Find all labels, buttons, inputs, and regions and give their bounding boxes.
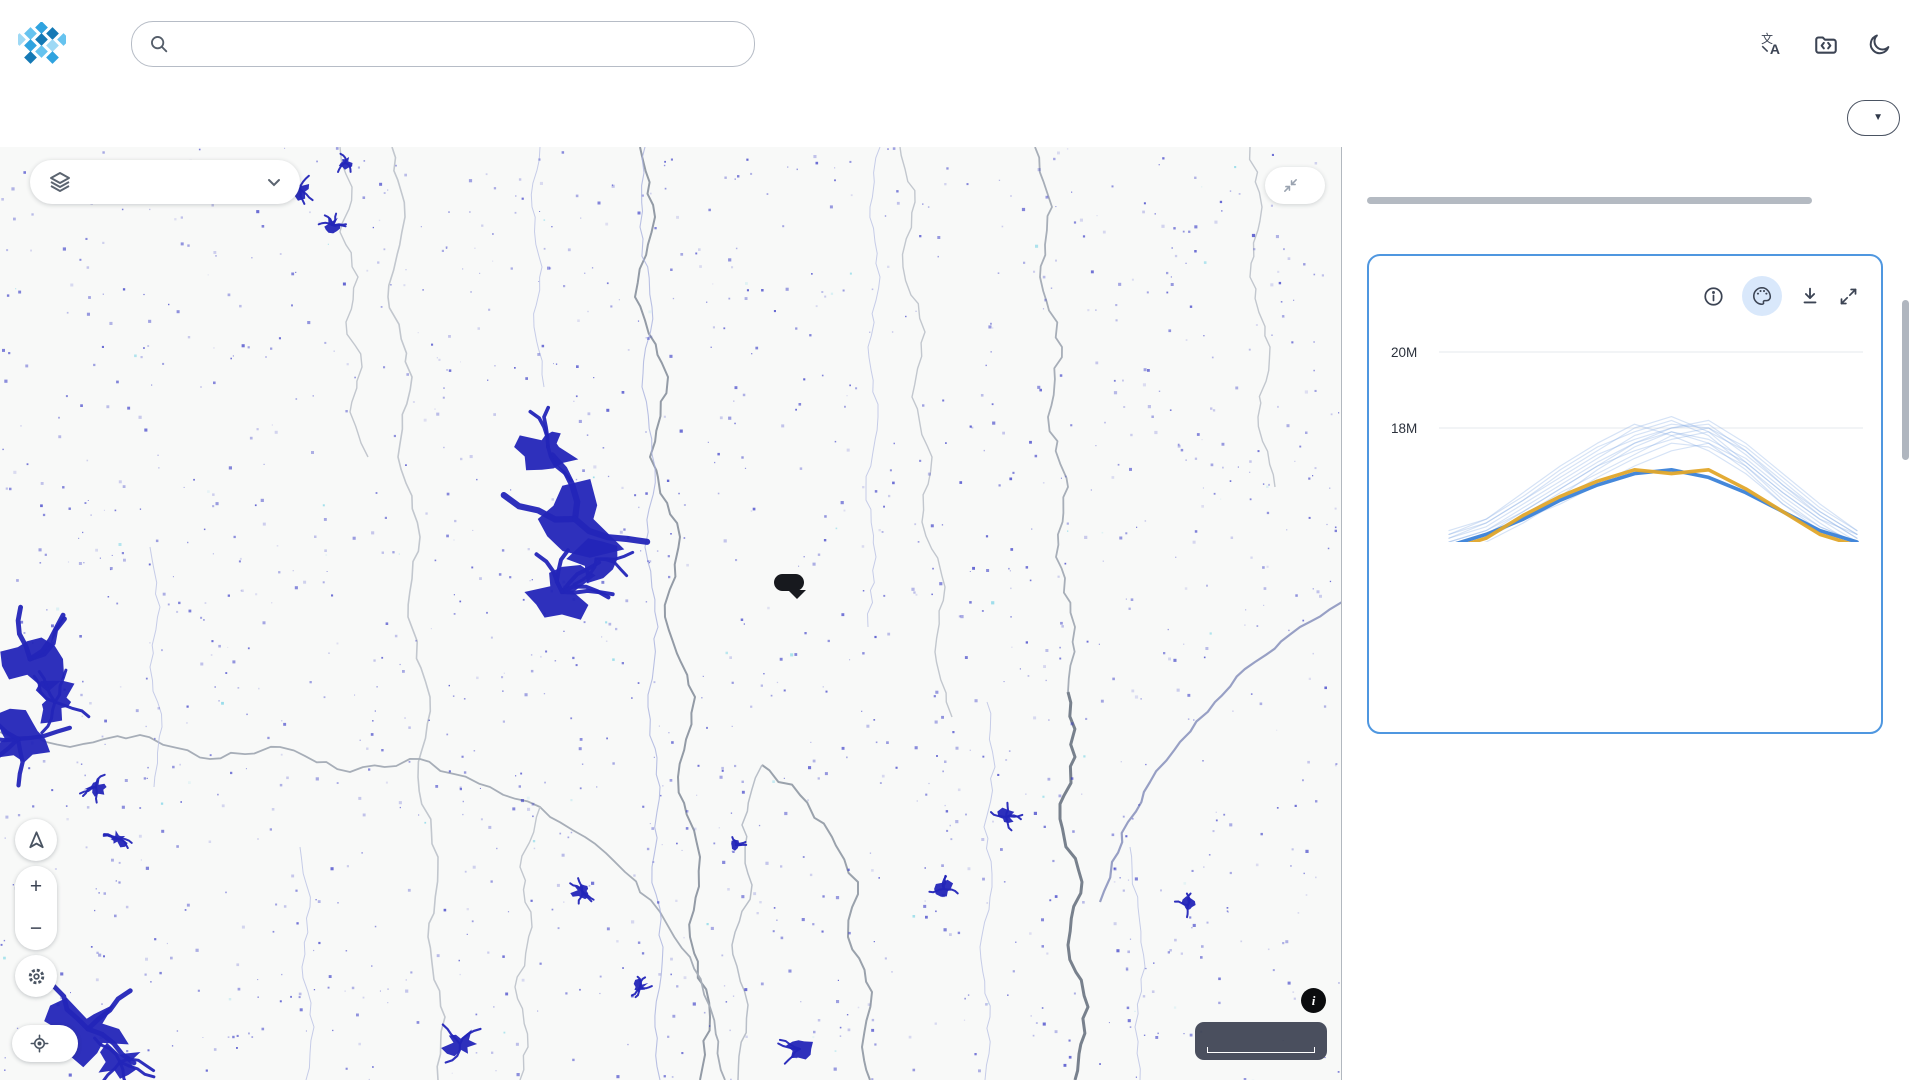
layers-icon (48, 170, 72, 194)
compass-button[interactable] (15, 819, 57, 861)
locate-icon (29, 1033, 50, 1054)
legend-toggle[interactable] (30, 160, 300, 204)
search-box[interactable] (131, 21, 755, 67)
coordinates-pill[interactable] (12, 1025, 78, 1062)
map-settings-button[interactable] (15, 955, 57, 997)
logo-mark-icon (18, 22, 66, 66)
map-render (0, 147, 1342, 1080)
translate-icon[interactable]: 文 A (1759, 31, 1785, 57)
zoom-out-button[interactable]: − (15, 908, 57, 950)
overview-panel: 20M 18M (1342, 147, 1920, 1080)
timeseries-chart: 20M 18M (1391, 332, 1863, 542)
header-actions: 文 A (1759, 31, 1920, 57)
compass-icon (25, 829, 48, 852)
y-tick-20M: 20M (1391, 345, 1417, 360)
chart-card: 20M 18M (1367, 254, 1883, 734)
map-canvas[interactable]: + − i (0, 147, 1342, 1080)
zoom-controls: + − (15, 866, 57, 950)
search-input[interactable] (180, 34, 738, 54)
code-folder-icon[interactable] (1813, 31, 1839, 57)
scalebar-line (1207, 1047, 1315, 1053)
mapbiomas-app: 文 A (0, 0, 1920, 1080)
period-group: ▼ (1837, 100, 1900, 136)
svg-text:A: A (1770, 41, 1780, 57)
chart-style-active-bg (1742, 276, 1782, 316)
chevron-down-icon: ▼ (1873, 112, 1883, 123)
chevron-down-icon (266, 174, 282, 190)
dark-mode-moon-icon[interactable] (1867, 32, 1892, 57)
download-icon[interactable] (1799, 285, 1821, 307)
y-tick-18M: 18M (1391, 421, 1417, 436)
zoom-in-button[interactable]: + (15, 866, 57, 908)
panel-vertical-scrollbar[interactable] (1902, 300, 1909, 460)
top-bar: 文 A (0, 0, 1920, 88)
main-content: + − i (0, 147, 1920, 1080)
chart-actions (1702, 276, 1859, 316)
palette-icon[interactable] (1751, 285, 1773, 307)
collapse-map-button[interactable] (1265, 167, 1325, 204)
territory-filter-bar: ▼ (0, 88, 1920, 147)
mapbiomas-logo[interactable] (0, 22, 76, 66)
gear-icon (25, 965, 48, 988)
tabs-horizontal-scrollbar[interactable] (1367, 197, 1812, 204)
collapse-arrows-icon (1282, 177, 1299, 194)
expand-icon[interactable] (1838, 286, 1859, 307)
map-scalebar (1195, 1022, 1327, 1060)
map-info-button[interactable]: i (1301, 988, 1326, 1013)
info-icon[interactable] (1702, 285, 1725, 308)
period-dropdown[interactable]: ▼ (1847, 100, 1900, 136)
map-tooltip (774, 574, 804, 591)
search-icon (148, 33, 170, 55)
